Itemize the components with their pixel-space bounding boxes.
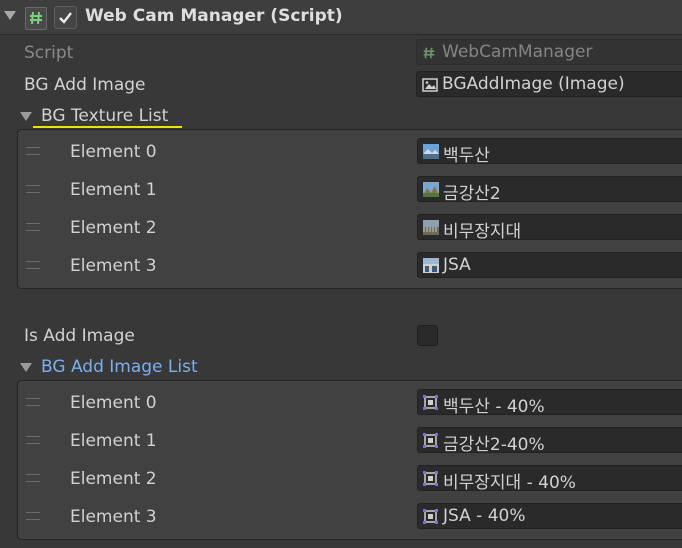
bg-add-image-list-foldout[interactable]: BG Add Image List [0, 351, 682, 383]
sprite-field[interactable]: 비무장지대 - 40% [417, 465, 682, 493]
texture-icon [423, 220, 439, 235]
is-add-image-row: Is Add Image [0, 319, 682, 351]
bg-add-image-label: BG Add Image [24, 75, 146, 95]
is-add-image-label: Is Add Image [24, 326, 135, 346]
drag-handle-icon[interactable] [26, 185, 40, 193]
sprite-field[interactable]: 금강산2-40% [417, 427, 682, 455]
is-add-image-checkbox[interactable] [417, 325, 438, 346]
component-foldout-arrow-icon[interactable] [4, 11, 16, 20]
element-label: Element 0 [70, 393, 157, 413]
texture-value: JSA [443, 255, 471, 275]
element-label: Element 3 [70, 256, 157, 276]
sprite-icon [423, 509, 439, 524]
script-row: Script WebCamManager [0, 36, 682, 68]
component-enabled-checkbox[interactable] [54, 6, 77, 29]
script-hash-icon [25, 7, 47, 30]
element-label: Element 1 [70, 431, 157, 451]
texture-icon [423, 258, 439, 273]
highlight-underline [33, 126, 182, 128]
sprite-field[interactable]: JSA - 40% [417, 503, 682, 529]
element-label: Element 3 [70, 507, 157, 527]
script-hash-icon [422, 45, 438, 60]
texture-field[interactable]: 비무장지대 [417, 214, 682, 242]
component-header: Web Cam Manager (Script) [0, 0, 682, 35]
list-item: Element 0 백두산 - 40% [18, 384, 682, 422]
bg-add-image-field[interactable]: BGAddImage (Image) [416, 71, 682, 97]
list-item: Element 1 금강산2 [18, 171, 682, 209]
sprite-value: JSA - 40% [443, 506, 526, 526]
element-label: Element 2 [70, 218, 157, 238]
sprite-value: 금강산2-40% [443, 435, 545, 455]
texture-value: 백두산 [443, 146, 490, 166]
bg-add-image-list-label[interactable]: BG Add Image List [41, 357, 198, 377]
texture-value: 금강산2 [443, 184, 501, 204]
drag-handle-icon[interactable] [26, 223, 40, 231]
script-label: Script [24, 43, 74, 63]
foldout-arrow-icon[interactable] [20, 363, 32, 372]
bg-texture-list: Element 0 백두산 Element 1 금강산2 Element 2 비… [17, 129, 682, 289]
image-component-icon [422, 77, 438, 92]
list-item: Element 3 JSA - 40% [18, 498, 682, 536]
element-label: Element 2 [70, 469, 157, 489]
list-item: Element 0 백두산 [18, 133, 682, 171]
list-item: Element 3 JSA [18, 247, 682, 285]
texture-field[interactable]: JSA [417, 252, 682, 278]
sprite-icon [423, 471, 439, 486]
foldout-arrow-icon[interactable] [20, 112, 32, 121]
sprite-field[interactable]: 백두산 - 40% [417, 389, 682, 417]
drag-handle-icon[interactable] [26, 147, 40, 155]
element-label: Element 1 [70, 180, 157, 200]
script-value: WebCamManager [442, 42, 593, 62]
drag-handle-icon[interactable] [26, 512, 40, 520]
drag-handle-icon[interactable] [26, 474, 40, 482]
list-item: Element 2 비무장지대 [18, 209, 682, 247]
bg-add-image-list: Element 0 백두산 - 40% Element 1 금강산2-40% E… [17, 380, 682, 540]
component-title: Web Cam Manager (Script) [85, 6, 343, 26]
texture-icon [423, 182, 439, 197]
sprite-value: 백두산 - 40% [443, 397, 545, 417]
texture-icon [423, 144, 439, 159]
drag-handle-icon[interactable] [26, 261, 40, 269]
bg-texture-list-label[interactable]: BG Texture List [41, 106, 168, 126]
bg-add-image-value: BGAddImage (Image) [442, 74, 625, 94]
drag-handle-icon[interactable] [26, 398, 40, 406]
drag-handle-icon[interactable] [26, 436, 40, 444]
list-item: Element 1 금강산2-40% [18, 422, 682, 460]
sprite-icon [423, 395, 439, 410]
list-item: Element 2 비무장지대 - 40% [18, 460, 682, 498]
script-field: WebCamManager [416, 39, 682, 65]
element-label: Element 0 [70, 142, 157, 162]
sprite-icon [423, 433, 439, 448]
sprite-value: 비무장지대 - 40% [443, 473, 576, 493]
texture-field[interactable]: 금강산2 [417, 176, 682, 204]
texture-field[interactable]: 백두산 [417, 138, 682, 166]
texture-value: 비무장지대 [443, 222, 522, 242]
bg-add-image-row: BG Add Image BGAddImage (Image) [0, 68, 682, 100]
